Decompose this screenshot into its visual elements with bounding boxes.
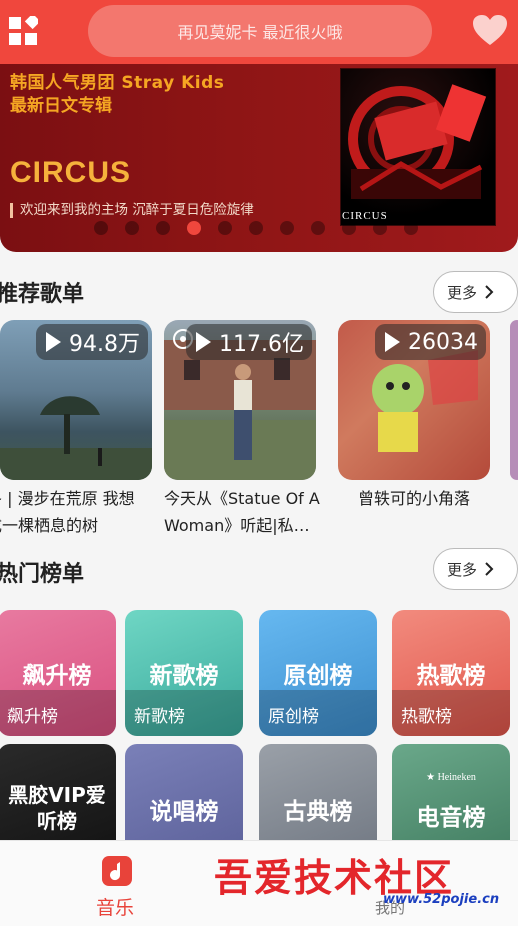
tile-title: 电音榜	[416, 805, 486, 831]
banner-line1: 韩国人气男团 Stray Kids	[10, 73, 225, 93]
recommend-title: 推荐歌单	[0, 282, 85, 307]
carousel-dot[interactable]	[218, 221, 232, 235]
play-icon	[196, 332, 212, 352]
tile-title: 古典榜	[283, 799, 353, 825]
tile-label: 新歌榜	[134, 707, 185, 727]
playlist-name: 今天从《Statue Of A Woman》听起|私…	[164, 489, 320, 535]
playlist-cover: 26034	[338, 320, 490, 480]
carousel-dot[interactable]	[342, 221, 356, 235]
carousel-dot[interactable]	[404, 221, 418, 235]
playlist-card-peek[interactable]	[510, 320, 518, 480]
carousel-dot[interactable]	[373, 221, 387, 235]
carousel-dot[interactable]	[187, 221, 201, 235]
search-input[interactable]: 再见莫妮卡 最近很火哦	[88, 5, 432, 57]
play-count-badge: 117.6亿	[186, 324, 312, 360]
charts-title: 热门榜单	[0, 562, 85, 587]
carousel-dots	[94, 221, 418, 235]
tile-title: 热歌榜	[416, 663, 486, 689]
more-label: 更多	[447, 283, 478, 302]
tile-title: 说唱榜	[149, 799, 219, 825]
chart-tile-new[interactable]: 新歌榜 新歌榜	[125, 610, 243, 736]
banner-line2: 最新日文专辑	[10, 96, 112, 116]
watermark-url: www.52pojie.cn	[383, 892, 500, 907]
recommend-more-button[interactable]: 更多	[433, 271, 518, 313]
tile-title: 新歌榜	[149, 663, 219, 689]
tile-label: 飙升榜	[7, 707, 58, 727]
carousel-dot[interactable]	[249, 221, 263, 235]
carousel-dot[interactable]	[280, 221, 294, 235]
chart-tile-hot[interactable]: 热歌榜 热歌榜	[392, 610, 510, 736]
carousel-dot[interactable]	[125, 221, 139, 235]
playlist-cover: 117.6亿	[164, 320, 316, 480]
play-icon	[385, 332, 400, 352]
playlist-name: 冬 | 漫步在荒原 我想成一棵栖息的树	[0, 489, 135, 535]
bottom-navigation: 音乐 我的 吾爱技术社区 www.52pojie.cn	[0, 840, 518, 926]
play-count: 26034	[408, 329, 478, 355]
grid-menu-icon[interactable]	[8, 16, 38, 46]
playlist-card[interactable]: 94.8万 冬 | 漫步在荒原 我想成一棵栖息的树	[0, 320, 152, 539]
playlist-name: 曾轶可的小角落	[358, 489, 471, 508]
playlist-card[interactable]: 117.6亿 今天从《Statue Of A Woman》听起|私…	[164, 320, 320, 539]
play-count: 117.6亿	[219, 332, 304, 357]
top-bar: 再见莫妮卡 最近很火哦	[0, 0, 518, 64]
carousel-dot[interactable]	[94, 221, 108, 235]
tile-title: 黑胶VIP爱听榜	[8, 783, 106, 833]
nav-music-tab[interactable]: 音乐	[96, 893, 134, 920]
tile-title: 飙升榜	[22, 663, 92, 689]
album-cover	[340, 68, 496, 226]
chevron-right-icon	[485, 285, 494, 299]
banner-carousel[interactable]: 韩国人气男团 Stray Kids 最新日文专辑 CIRCUS 欢迎来到我的主场…	[0, 64, 518, 252]
banner-subtitle: 欢迎来到我的主场 沉醉于夏日危险旋律	[10, 203, 254, 218]
music-note-icon[interactable]	[101, 855, 133, 887]
play-count-badge: 94.8万	[36, 324, 148, 360]
chart-tile-soaring[interactable]: 飙升榜 飙升榜	[0, 610, 116, 736]
carousel-dot[interactable]	[156, 221, 170, 235]
playlist-card[interactable]: 26034 曾轶可的小角落	[338, 320, 490, 512]
tile-label: 原创榜	[268, 707, 319, 727]
tile-title: 原创榜	[283, 663, 353, 689]
chevron-right-icon	[485, 562, 494, 576]
play-count-badge: 26034	[375, 324, 486, 360]
play-count: 94.8万	[69, 332, 140, 357]
banner-title: CIRCUS	[10, 156, 132, 189]
playlist-cover: 94.8万	[0, 320, 152, 480]
charts-more-button[interactable]: 更多	[433, 548, 518, 590]
heineken-logo: ★ Heineken	[426, 772, 476, 783]
carousel-dot[interactable]	[311, 221, 325, 235]
tile-label: 热歌榜	[401, 707, 452, 727]
more-label: 更多	[447, 560, 478, 579]
heart-icon[interactable]	[472, 14, 508, 46]
play-icon	[46, 332, 61, 352]
app-page: 再见莫妮卡 最近很火哦 韩国人气男团 Stray Kids 最新日文专辑 CIR…	[0, 0, 518, 926]
chart-tile-original[interactable]: 原创榜 原创榜	[259, 610, 377, 736]
